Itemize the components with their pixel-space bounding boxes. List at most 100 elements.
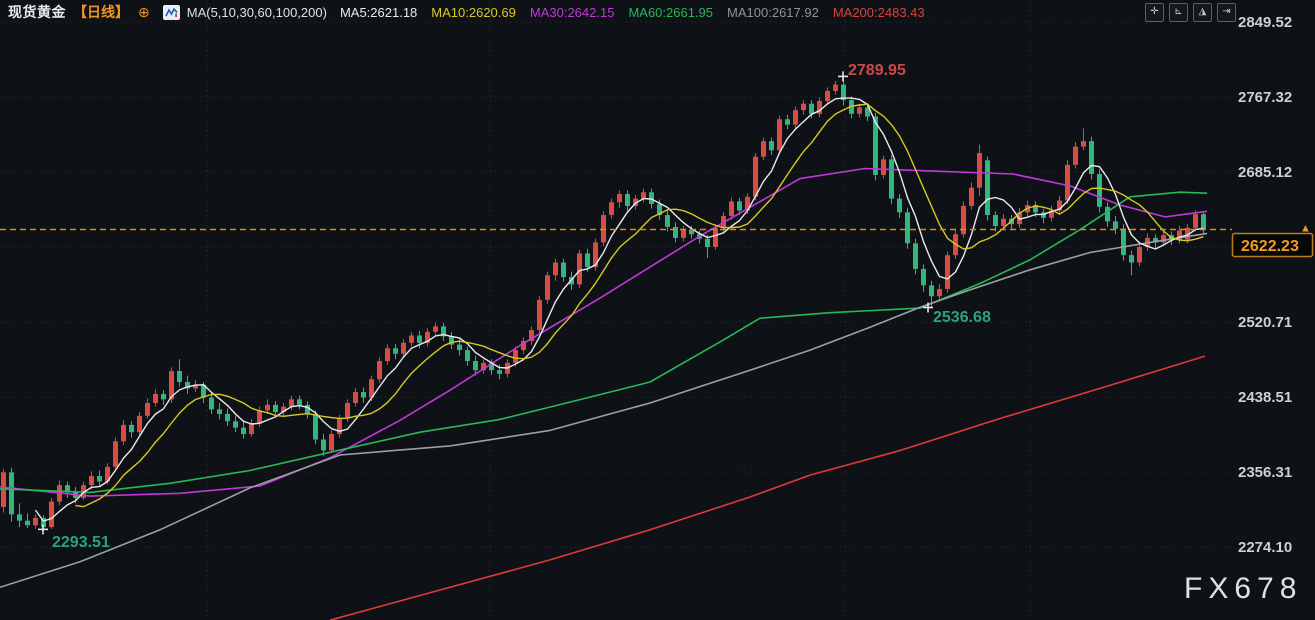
candle xyxy=(625,190,630,211)
candle-body xyxy=(97,475,102,482)
candle-body xyxy=(1073,146,1078,165)
ma-lines xyxy=(0,97,1208,620)
candle-body xyxy=(1121,228,1126,256)
candle-body xyxy=(257,410,262,424)
candle-body xyxy=(969,187,974,206)
chart-objects-icon[interactable]: ◮ xyxy=(1193,3,1212,22)
candle-body xyxy=(929,285,934,297)
candle-body xyxy=(497,370,502,374)
candle xyxy=(881,155,886,179)
candle xyxy=(1049,205,1054,222)
candle-body xyxy=(761,141,766,157)
candle xyxy=(977,144,982,196)
candle-body xyxy=(465,350,470,362)
candle xyxy=(329,430,334,454)
candle-body xyxy=(25,520,30,526)
candle-body xyxy=(1089,141,1094,174)
candle-body xyxy=(377,361,382,380)
candle-body xyxy=(769,141,774,151)
candle-body xyxy=(329,434,334,451)
last-price-value: 2622.23 xyxy=(1241,238,1299,255)
chart-header: 现货黄金 【日线】 ⊕ MA(5,10,30,60,100,200) MA5:2… xyxy=(0,0,1315,24)
candle-body xyxy=(713,227,718,247)
crosshair-pan-icon[interactable]: ✛ xyxy=(1145,3,1164,22)
candle-body xyxy=(665,215,670,227)
candle-body xyxy=(801,103,806,111)
candle xyxy=(529,326,534,345)
candle xyxy=(1073,142,1078,169)
candle xyxy=(769,137,774,155)
ma-value-ma30: MA30:2642.15 xyxy=(529,4,615,20)
candle-body xyxy=(537,299,542,331)
candle xyxy=(937,284,942,300)
candle xyxy=(233,415,238,433)
candle-body xyxy=(737,201,742,211)
candle-body xyxy=(905,212,910,244)
candle xyxy=(777,115,782,154)
candle-body xyxy=(993,215,998,227)
candle xyxy=(985,156,990,221)
candle-body xyxy=(881,159,886,175)
candle-body xyxy=(1129,255,1134,263)
candle-body xyxy=(913,243,918,269)
ma-line-ma10 xyxy=(75,103,1204,508)
axis-label: 2438.51 xyxy=(1238,389,1292,406)
candle-body xyxy=(297,399,302,405)
candle xyxy=(617,190,622,208)
candle xyxy=(1201,211,1206,235)
candle xyxy=(1041,208,1046,224)
axis-scale-icon[interactable]: ⊾ xyxy=(1169,3,1188,22)
candle-body xyxy=(145,403,150,416)
candle xyxy=(209,392,214,414)
candle-body xyxy=(641,192,646,199)
candle-body xyxy=(417,335,422,343)
candle xyxy=(113,437,118,469)
candle-body xyxy=(1193,214,1198,228)
candle xyxy=(481,359,486,374)
candle xyxy=(225,408,230,426)
candle xyxy=(521,337,526,354)
candle xyxy=(97,470,102,487)
candle xyxy=(145,398,150,419)
candle xyxy=(449,331,454,350)
candle xyxy=(425,328,430,347)
candle-body xyxy=(1201,214,1206,230)
candle xyxy=(681,226,686,242)
candle xyxy=(897,194,902,218)
candle-body xyxy=(361,392,366,398)
candle xyxy=(1097,169,1102,213)
candle xyxy=(761,137,766,161)
candle xyxy=(217,403,222,420)
ma-settings-label: MA(5,10,30,60,100,200) xyxy=(186,4,327,20)
candle-body xyxy=(1097,173,1102,207)
annotation-text: 2789.95 xyxy=(848,62,906,79)
candle-body xyxy=(33,517,38,526)
gridlines xyxy=(0,0,1232,620)
collapse-panel-icon[interactable]: ⇥ xyxy=(1217,3,1236,22)
candle-body xyxy=(1065,164,1070,201)
candle-body xyxy=(321,439,326,451)
candlestick-chart[interactable]: 2622.23▲2849.522767.322685.122520.712438… xyxy=(0,0,1315,620)
candle-body xyxy=(897,198,902,213)
candle-body xyxy=(265,404,270,411)
add-indicator-button[interactable]: ⊕ xyxy=(138,4,150,21)
candle-body xyxy=(409,335,414,343)
candle xyxy=(33,514,38,529)
candle xyxy=(673,222,678,243)
annotation-text: 2536.68 xyxy=(933,309,991,326)
candle xyxy=(305,401,310,419)
candle-body xyxy=(617,194,622,203)
candle-body xyxy=(889,159,894,199)
candle-body xyxy=(249,423,254,435)
candle xyxy=(153,389,158,407)
candle xyxy=(993,211,998,232)
candle xyxy=(945,251,950,293)
candle xyxy=(1081,128,1086,151)
candle xyxy=(465,346,470,366)
candle xyxy=(1137,242,1142,267)
candle-body xyxy=(433,326,438,332)
indicator-chart-icon[interactable] xyxy=(162,4,180,20)
candle-body xyxy=(937,288,942,297)
candle xyxy=(817,97,822,118)
chart-toolbar: ✛ ⊾ ◮ ⇥ xyxy=(1145,3,1236,22)
